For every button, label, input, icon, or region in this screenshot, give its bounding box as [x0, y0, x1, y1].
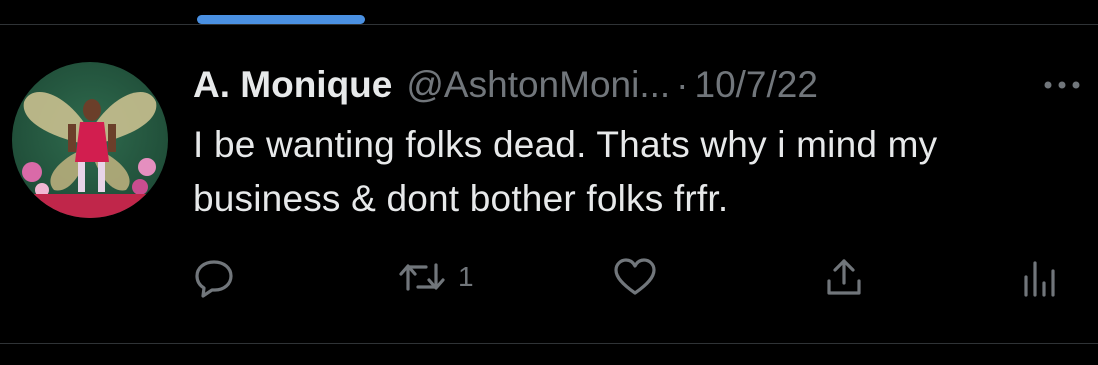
active-tab-indicator: [197, 15, 365, 24]
top-divider: [0, 24, 1098, 25]
heart-icon: [614, 258, 656, 295]
share-button[interactable]: [822, 254, 866, 300]
share-icon: [827, 259, 861, 295]
analytics-button[interactable]: [1018, 254, 1062, 300]
more-icon: [1044, 81, 1080, 89]
tweet-date[interactable]: 10/7/22: [695, 62, 818, 108]
reply-button[interactable]: [192, 254, 236, 300]
more-button[interactable]: [1040, 70, 1084, 100]
bottom-divider: [0, 343, 1098, 344]
author-name[interactable]: A. Monique: [193, 62, 392, 108]
retweet-count: 1: [458, 261, 474, 292]
like-button[interactable]: [612, 254, 658, 300]
retweet-icon: [399, 263, 445, 291]
reply-icon: [195, 260, 233, 298]
analytics-icon: [1024, 261, 1055, 297]
header-separator: ·: [676, 64, 689, 105]
retweet-button[interactable]: 1: [398, 254, 474, 300]
author-handle[interactable]: @AshtonMoni...: [406, 62, 670, 108]
tweet-text: I be wanting folks dead. Thats why i min…: [193, 124, 938, 219]
avatar[interactable]: [12, 62, 168, 218]
avatar-photo: [12, 62, 168, 218]
tweet-header: A. Monique @AshtonMoni... · 10/7/22: [193, 62, 818, 108]
